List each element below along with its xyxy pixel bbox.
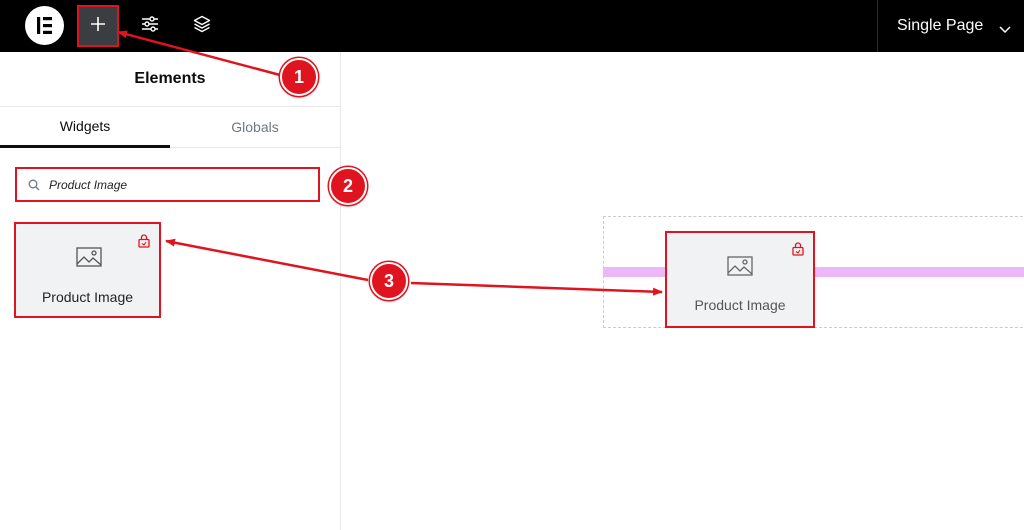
site-settings-button[interactable] (130, 6, 170, 46)
widget-label: Product Image (694, 297, 786, 313)
chevron-down-icon (999, 21, 1011, 39)
panel-tabs: Widgets Globals (0, 106, 340, 148)
plus-icon (90, 16, 106, 37)
pro-lock-icon (138, 234, 150, 253)
image-icon (727, 256, 753, 283)
annotation-badge-3: 3 (370, 262, 408, 300)
tab-widgets[interactable]: Widgets (0, 107, 170, 148)
annotation-badge-1: 1 (280, 58, 318, 96)
page-selector[interactable]: Single Page (877, 0, 1024, 52)
dragged-widget-product-image[interactable]: Product Image (665, 231, 815, 328)
sliders-icon (141, 15, 159, 38)
elements-panel: Elements Widgets Globals Product Image P… (0, 52, 341, 530)
layers-icon (193, 15, 211, 38)
annotation-badge-2: 2 (329, 167, 367, 205)
page-selector-label: Single Page (897, 17, 984, 34)
structure-button[interactable] (182, 6, 222, 46)
tab-globals[interactable]: Globals (170, 107, 340, 147)
widget-label: Product Image (41, 289, 134, 305)
image-icon (76, 247, 102, 274)
top-bar: Single Page (0, 0, 1024, 52)
elementor-logo-icon[interactable] (25, 6, 64, 45)
widget-product-image[interactable]: Product Image (14, 222, 161, 318)
pro-lock-icon (792, 242, 804, 261)
search-input[interactable] (49, 175, 309, 195)
search-box (15, 167, 320, 202)
add-element-button[interactable] (77, 5, 119, 47)
